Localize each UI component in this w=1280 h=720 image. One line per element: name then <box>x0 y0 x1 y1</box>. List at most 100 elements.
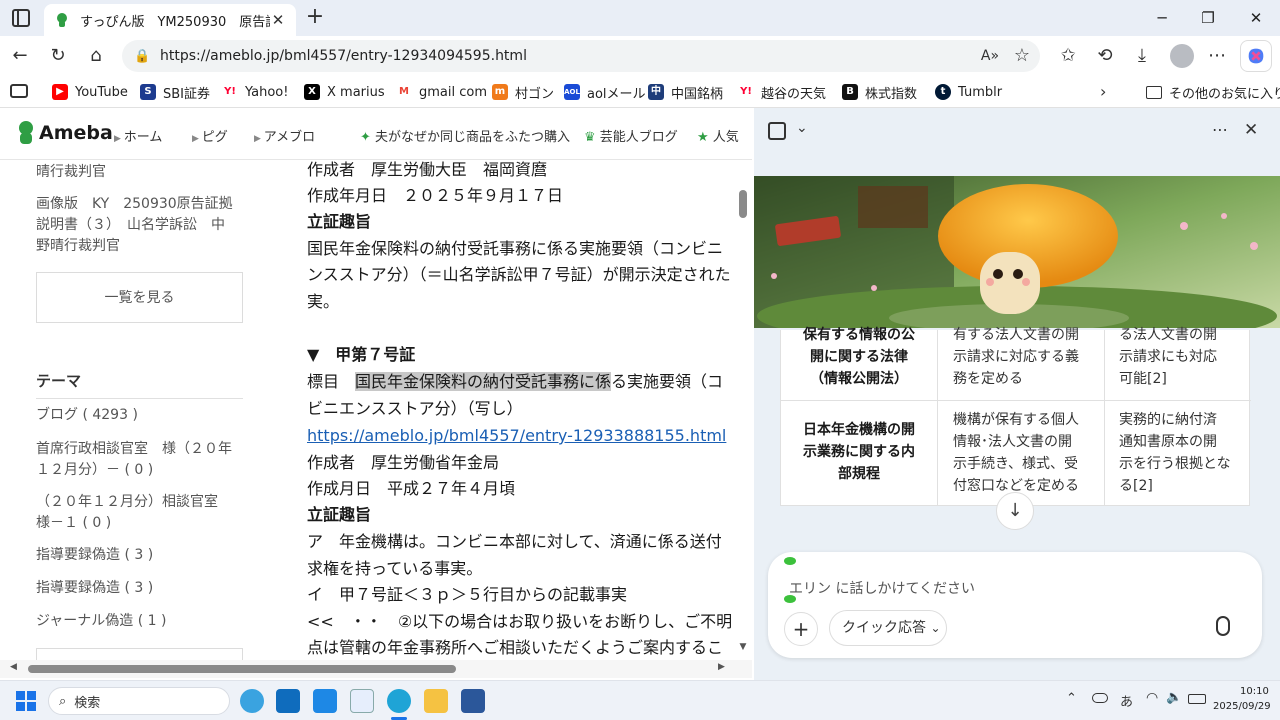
sidebar-entry-2-line1[interactable]: 画像版 KY 250930原告証拠 <box>36 194 233 215</box>
vertical-scrollbar[interactable]: ▼ <box>736 160 750 660</box>
theme-item[interactable]: 首席行政相談官室 様（２０年 <box>36 439 232 460</box>
edge-icon[interactable] <box>387 689 411 713</box>
scroll-right-arrow-icon[interactable]: ▶ <box>718 662 725 672</box>
bookmark-aol[interactable]: AOL aolメール <box>564 82 646 102</box>
bookmark-tumblr[interactable]: t Tumblr <box>935 82 1002 102</box>
favorites-icon[interactable]: ✩ <box>1056 44 1080 68</box>
ime-indicator[interactable]: あ <box>1120 691 1133 710</box>
clock-time[interactable]: 10:10 <box>1240 686 1269 697</box>
add-attachment-button[interactable]: + <box>784 612 818 646</box>
theme-item[interactable]: ブログ ( 4293 ) <box>36 405 138 426</box>
snipping-tool-icon[interactable] <box>350 689 374 713</box>
battery-icon[interactable] <box>1188 694 1206 704</box>
nav-ameblo[interactable]: ▶ アメブロ <box>254 126 315 145</box>
sidebar-toggle-icon[interactable] <box>10 84 28 98</box>
other-favorites[interactable]: その他のお気に入り <box>1146 82 1280 102</box>
new-chat-icon[interactable] <box>768 122 786 140</box>
chevron-up-icon[interactable]: ⌃ <box>1066 691 1077 706</box>
clock-date[interactable]: 2025/09/29 <box>1213 701 1271 712</box>
sidebar-entry-2-line3[interactable]: 野晴行裁判官 <box>36 236 120 257</box>
read-aloud-icon[interactable]: A» <box>978 44 1002 68</box>
close-tab-icon[interactable]: ✕ <box>270 11 286 29</box>
profile-avatar[interactable] <box>1170 44 1194 68</box>
copilot-icon[interactable] <box>1240 40 1272 72</box>
microphone-icon[interactable] <box>1216 616 1230 636</box>
ameba-logo[interactable]: Ameba <box>16 120 113 146</box>
home-icon[interactable]: ⌂ <box>84 44 108 68</box>
minimize-icon[interactable]: ─ <box>1150 6 1174 30</box>
article-line: 作成年月日 ２０２５年９月１７日 <box>307 186 564 205</box>
taskbar-search[interactable]: ⌕ 検索 <box>48 687 230 715</box>
outlook-new-icon[interactable] <box>313 689 337 713</box>
word-icon[interactable] <box>461 689 485 713</box>
nav-pigg[interactable]: ▶ ピグ <box>192 126 228 145</box>
new-tab-button[interactable]: + <box>303 4 327 30</box>
list-view-button[interactable]: 一覧を見る <box>36 272 243 323</box>
article-link[interactable]: https://ameblo.jp/bml4557/entry-12933888… <box>307 423 726 449</box>
tab-actions-icon[interactable] <box>12 9 30 27</box>
bookmark-youtube[interactable]: ▶ YouTube <box>52 82 128 102</box>
scroll-to-bottom-button[interactable]: ↓ <box>996 492 1034 530</box>
sidebar-entry-top[interactable]: 晴行裁判官 <box>36 162 106 183</box>
theme-item[interactable]: １２月分）－ ( 0 ) <box>36 460 153 481</box>
promo-link-1[interactable]: ✦ 夫がなぜか同じ商品をふたつ購入 <box>360 126 570 145</box>
yahoo-weather-icon: Y! <box>738 84 754 100</box>
downloads-icon[interactable]: ⤓ <box>1130 44 1154 68</box>
bookmark-sbi[interactable]: S SBI証券 <box>140 82 210 102</box>
history-icon[interactable]: ⟲ <box>1093 44 1117 68</box>
table-col-divider <box>937 330 938 506</box>
article-line: ンスストア分）（＝山名学訴訟甲７号証）が開示決定された <box>307 265 731 284</box>
restore-icon[interactable]: ❐ <box>1196 6 1220 30</box>
search-icon: ⌕ <box>59 693 67 709</box>
scroll-thumb[interactable] <box>739 190 747 218</box>
article-line: ビニエンスストア分）（写し） <box>307 399 523 418</box>
chevron-right-icon[interactable]: › <box>1100 82 1106 101</box>
bookmark-index[interactable]: B 株式指数 <box>842 82 917 102</box>
horizontal-scrollbar[interactable]: ◀ ▶ <box>0 660 752 678</box>
theme-item[interactable]: 指導要録偽造 ( 3 ) <box>36 578 153 599</box>
outlook-icon[interactable] <box>276 689 300 713</box>
article-heading: ▼ 甲第７号証 <box>307 345 416 364</box>
refresh-icon[interactable]: ↻ <box>46 44 70 68</box>
windows-start-icon[interactable] <box>16 691 36 711</box>
bookmark-x[interactable]: XX marius <box>304 82 385 102</box>
article-line: << ・・ ②以下の場合はお取り扱いをお断りし、ご不明 <box>307 612 733 631</box>
bookmark-chinese-stocks[interactable]: 中中国銘柄 <box>648 82 723 102</box>
panel-more-icon[interactable]: ⋯ <box>1212 120 1228 139</box>
theme-item[interactable]: 指導要録偽造 ( 3 ) <box>36 545 153 566</box>
bookmark-gmail[interactable]: Mgmail com <box>396 82 487 102</box>
chat-input-placeholder[interactable]: エリン に話しかけてください <box>789 578 975 598</box>
promo-link-2[interactable]: ♛ 芸能人ブログ <box>584 126 678 145</box>
onedrive-icon[interactable] <box>1092 693 1108 703</box>
bookmark-muragon[interactable]: m 村ゴン <box>492 82 554 102</box>
article-line: ア 年金機構は。コンビニ本部に対して、済通に係る送付 <box>307 532 722 551</box>
close-window-icon[interactable]: ✕ <box>1244 6 1268 30</box>
more-menu-icon[interactable]: ⋯ <box>1205 44 1229 68</box>
volume-icon[interactable]: 🔈 <box>1166 690 1182 705</box>
bookmark-weather[interactable]: Y! 越谷の天気 <box>738 82 826 102</box>
theme-item[interactable]: ジャーナル偽造 ( 1 ) <box>36 611 166 632</box>
site-info-icon[interactable]: 🔒 <box>134 49 152 64</box>
close-panel-icon[interactable]: ✕ <box>1244 120 1258 140</box>
chevron-down-icon[interactable]: ⌄ <box>796 120 808 136</box>
scroll-left-arrow-icon[interactable]: ◀ <box>10 662 17 672</box>
quick-reply-button[interactable]: クイック応答 ⌄ <box>829 610 947 646</box>
chat-input-box[interactable]: エリン に話しかけてください + クイック応答 ⌄ <box>768 552 1262 658</box>
wifi-icon[interactable]: ◠ <box>1146 690 1158 706</box>
scroll-down-arrow-icon[interactable]: ▼ <box>736 642 750 652</box>
address-bar[interactable]: 🔒 https://ameblo.jp/bml4557/entry-129340… <box>122 40 1040 72</box>
h-scroll-thumb[interactable] <box>28 665 456 673</box>
back-icon[interactable]: ← <box>8 44 32 68</box>
file-explorer-icon[interactable] <box>424 689 448 713</box>
bookmark-yahoo[interactable]: Y! Yahoo! <box>222 82 288 102</box>
nav-home[interactable]: ▶ ホーム <box>114 126 162 145</box>
browser-tab[interactable]: すっぴん版 YM250930 原告証拠 ✕ <box>44 4 296 36</box>
theme-item[interactable]: 様－１ ( 0 ) <box>36 513 111 534</box>
sparkle-icon: ✦ <box>360 130 376 145</box>
widgets-icon[interactable] <box>240 689 264 713</box>
promo-link-3[interactable]: ★ 人気 <box>697 126 739 145</box>
sidebar-entry-2-line2[interactable]: 説明書（３） 山名学訴訟 中 <box>36 215 225 236</box>
theme-item[interactable]: （２０年１２月分）相談官室 <box>36 492 218 513</box>
table-cell: 日本年金機構の開 示業務に関する内 部規程 <box>803 422 915 482</box>
favorite-star-icon[interactable]: ☆ <box>1010 44 1034 68</box>
